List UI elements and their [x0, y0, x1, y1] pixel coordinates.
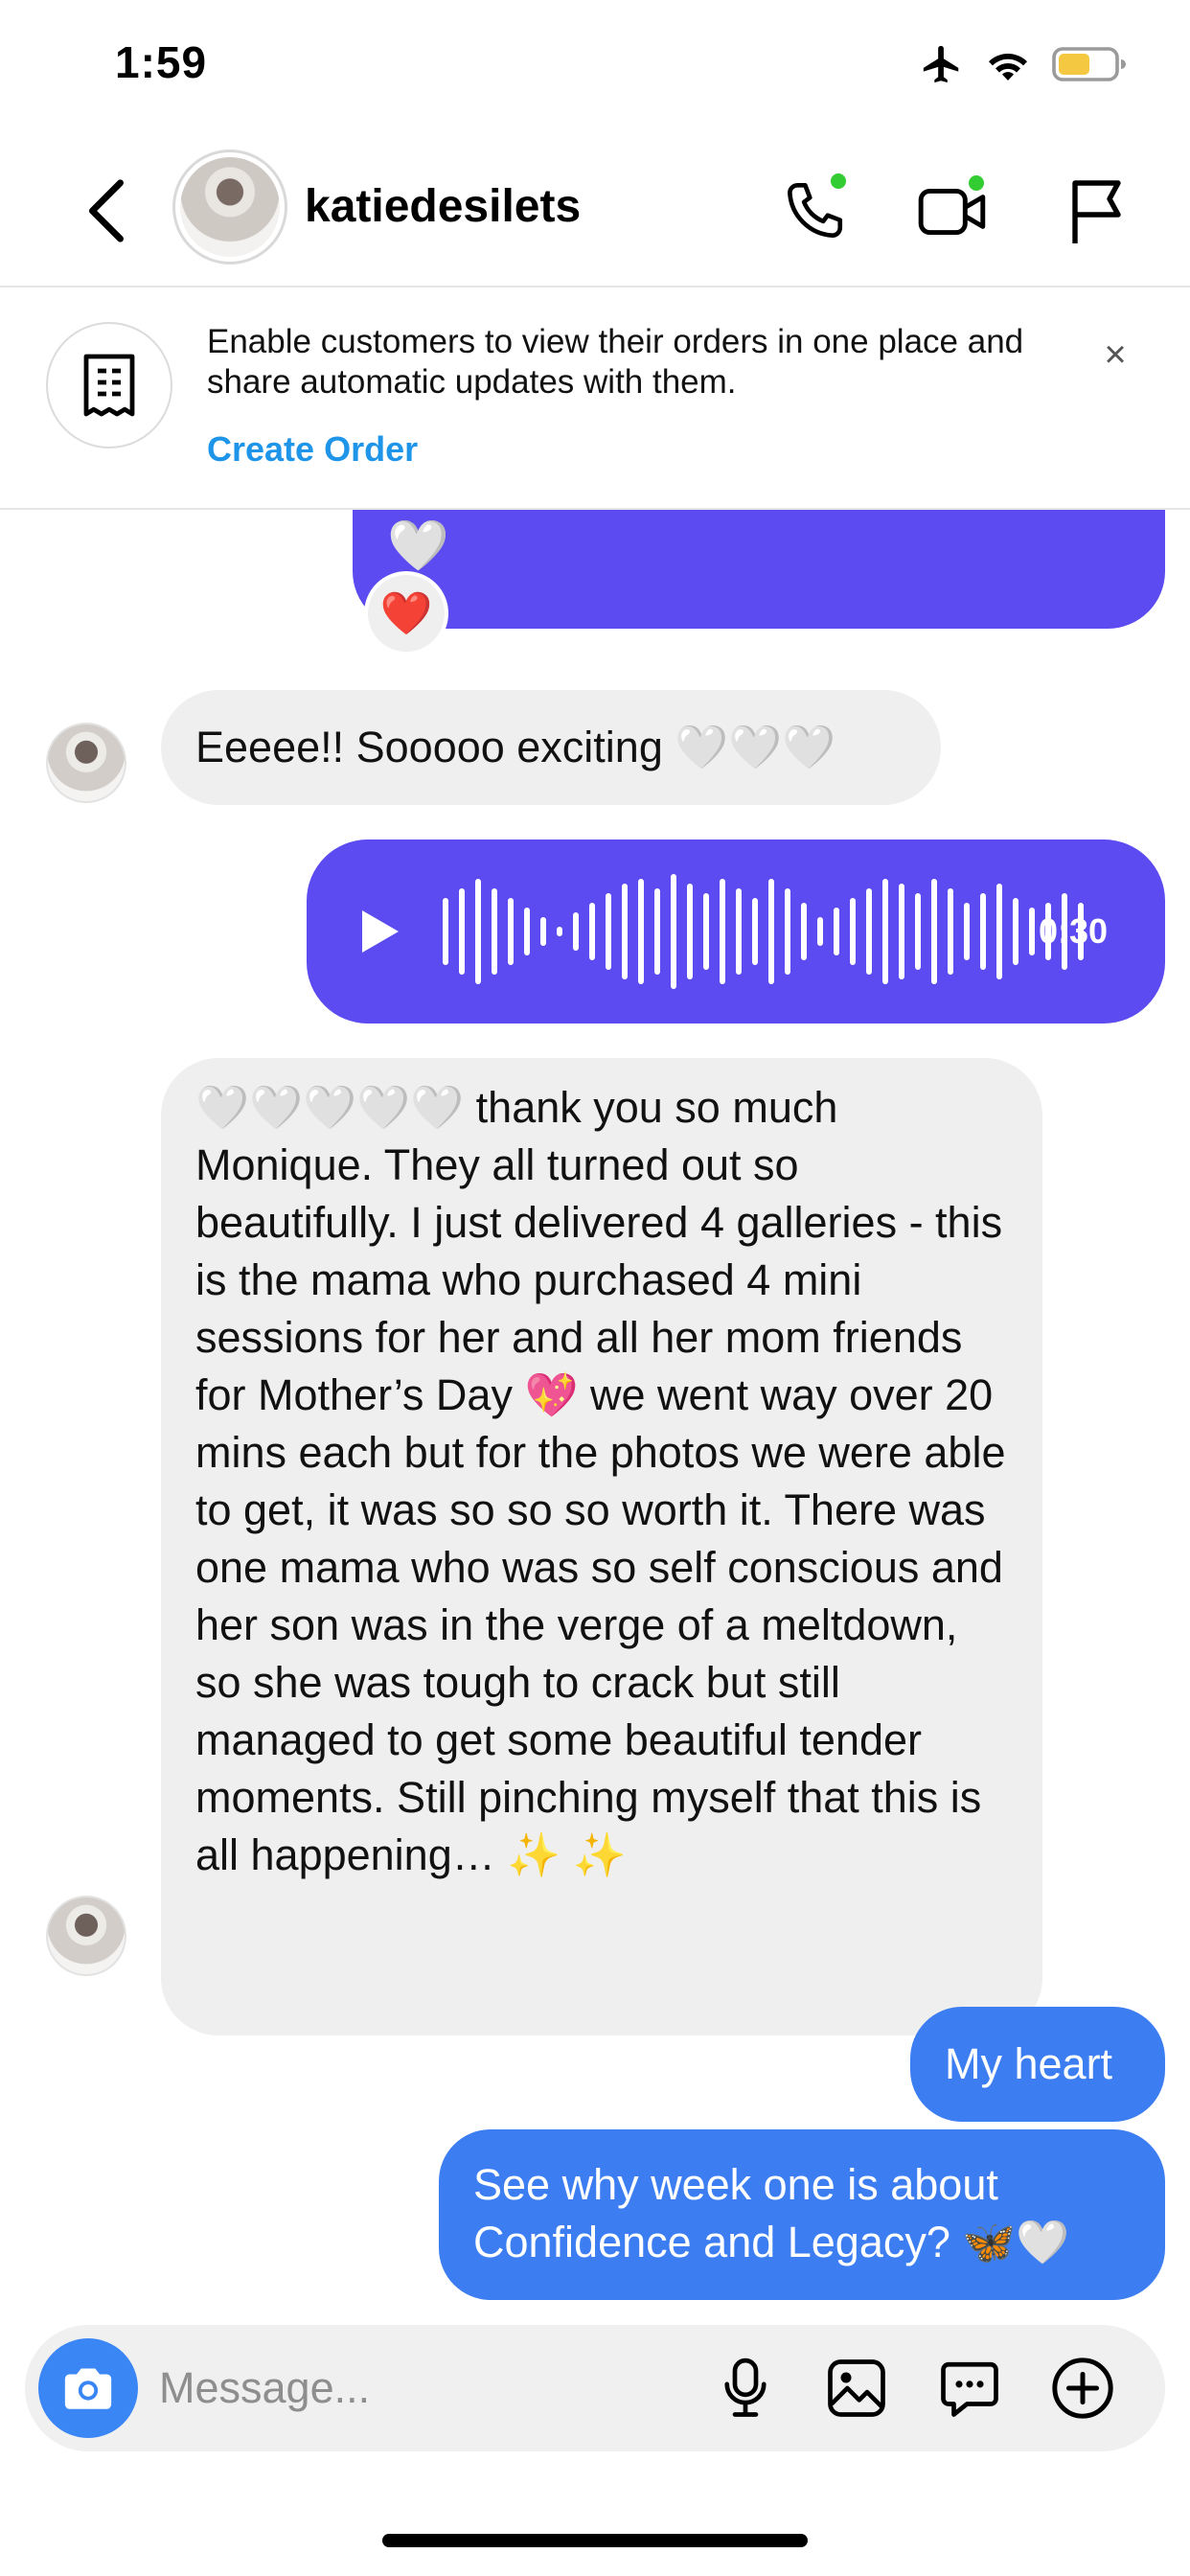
message-bubble-incoming[interactable]: Eeeee!! Sooooo exciting 🤍🤍🤍 — [161, 690, 941, 805]
waveform-bar — [882, 879, 888, 984]
voice-duration: 0:30 — [1039, 911, 1109, 951]
heart-emojis: 🤍🤍🤍🤍🤍 — [195, 1083, 465, 1132]
voice-record-button[interactable] — [707, 2350, 784, 2426]
voice-message[interactable]: 0:30 — [307, 840, 1165, 1024]
waveform-bar — [573, 912, 579, 951]
audio-call-button[interactable] — [770, 169, 857, 255]
chat-username[interactable]: katiedesilets — [305, 180, 581, 233]
message-bubble-outgoing[interactable]: See why week one is about Confidence and… — [439, 2129, 1165, 2300]
sender-avatar[interactable] — [46, 1896, 126, 1976]
waveform-bar — [557, 927, 562, 936]
wifi-icon — [989, 53, 1027, 80]
waveform-bar — [964, 903, 970, 960]
video-call-button[interactable] — [910, 169, 996, 255]
waveform-bar — [671, 874, 676, 989]
banner-text: Enable customers to view their orders in… — [207, 323, 1024, 401]
waveform-bar — [850, 898, 856, 965]
message-text: Eeeee!! Sooooo exciting — [195, 723, 663, 771]
online-indicator — [828, 171, 849, 192]
waveform-bar — [1013, 898, 1018, 965]
waveform-bar — [703, 893, 709, 970]
waveform-bar — [899, 884, 904, 979]
camera-button[interactable] — [38, 2338, 138, 2438]
sender-avatar[interactable] — [46, 723, 126, 803]
sticker-button[interactable] — [931, 2350, 1008, 2426]
waveform-bar — [589, 903, 595, 960]
gallery-button[interactable] — [818, 2350, 895, 2426]
airplane-icon — [923, 45, 959, 83]
plus-icon — [1052, 2358, 1113, 2419]
waveform-bar — [606, 893, 611, 970]
heart-emoji: 🤍 — [387, 518, 449, 574]
gallery-icon — [828, 2359, 885, 2417]
waveform-bar — [475, 879, 481, 984]
message-bubble-outgoing[interactable]: My heart — [910, 2007, 1165, 2122]
waveform-bar — [834, 908, 839, 955]
waveform-bar — [817, 917, 823, 946]
chat-header: katiedesilets — [0, 134, 1190, 288]
receipt-icon-wrapper — [46, 322, 172, 448]
audio-waveform — [443, 840, 1084, 1024]
waveform-bar — [980, 893, 986, 970]
heart-emojis: 🤍🤍🤍 — [675, 723, 836, 771]
message-input[interactable] — [159, 2354, 696, 2423]
waveform-bar — [785, 888, 790, 975]
waveform-bar — [752, 898, 758, 965]
home-indicator[interactable] — [382, 2534, 808, 2547]
waveform-bar — [459, 888, 465, 975]
waveform-bar — [736, 888, 742, 975]
waveform-bar — [524, 908, 530, 955]
message-composer — [25, 2325, 1165, 2451]
avatar-image — [180, 157, 280, 257]
create-order-link[interactable]: Create Order — [207, 429, 418, 470]
heart-reaction[interactable]: ❤️ — [364, 571, 448, 656]
flag-icon — [1072, 180, 1121, 243]
message-thread: 🤍 ❤️ Eeeee!! Sooooo exciting 🤍🤍🤍 0:30 🤍🤍… — [0, 510, 1190, 2331]
play-icon — [362, 910, 399, 953]
waveform-bar — [948, 888, 953, 975]
back-button[interactable] — [77, 172, 134, 249]
waveform-bar — [866, 888, 872, 975]
waveform-bar — [443, 898, 448, 965]
waveform-bar — [1029, 908, 1035, 955]
waveform-bar — [931, 879, 937, 984]
message-text: My heart — [945, 2039, 1113, 2088]
status-time: 1:59 — [115, 37, 208, 87]
order-banner: Enable customers to view their orders in… — [0, 288, 1190, 510]
message-bubble-outgoing[interactable]: 🤍 — [353, 510, 1165, 629]
waveform-bar — [508, 898, 514, 965]
waveform-bar — [622, 884, 628, 979]
waveform-bar — [915, 893, 921, 970]
profile-avatar[interactable] — [172, 150, 287, 264]
waveform-bar — [801, 903, 807, 960]
battery-icon — [1052, 47, 1126, 81]
camera-icon — [64, 2368, 112, 2409]
waveform-bar — [492, 888, 497, 975]
message-text: See why week one is about Confidence and… — [473, 2160, 1070, 2266]
waveform-bar — [540, 917, 546, 946]
waveform-bar — [654, 888, 660, 975]
microphone-icon — [724, 2358, 767, 2417]
waveform-bar — [996, 884, 1002, 979]
status-icons — [920, 42, 1129, 86]
waveform-bar — [768, 879, 774, 984]
waveform-bar — [638, 879, 644, 984]
waveform-bar — [720, 879, 725, 984]
report-button[interactable] — [1052, 169, 1138, 255]
back-icon — [88, 179, 124, 242]
message-text: thank you so much Monique. They all turn… — [195, 1083, 1006, 1879]
banner-close-button[interactable]: × — [1087, 326, 1144, 383]
waveform-bar — [687, 884, 693, 979]
receipt-icon — [83, 354, 135, 417]
status-bar: 1:59 — [0, 0, 1190, 125]
sticker-icon — [941, 2361, 998, 2417]
more-options-button[interactable] — [1044, 2350, 1121, 2426]
message-bubble-incoming[interactable]: 🤍🤍🤍🤍🤍 thank you so much Monique. They al… — [161, 1058, 1042, 2036]
online-indicator — [966, 172, 987, 194]
